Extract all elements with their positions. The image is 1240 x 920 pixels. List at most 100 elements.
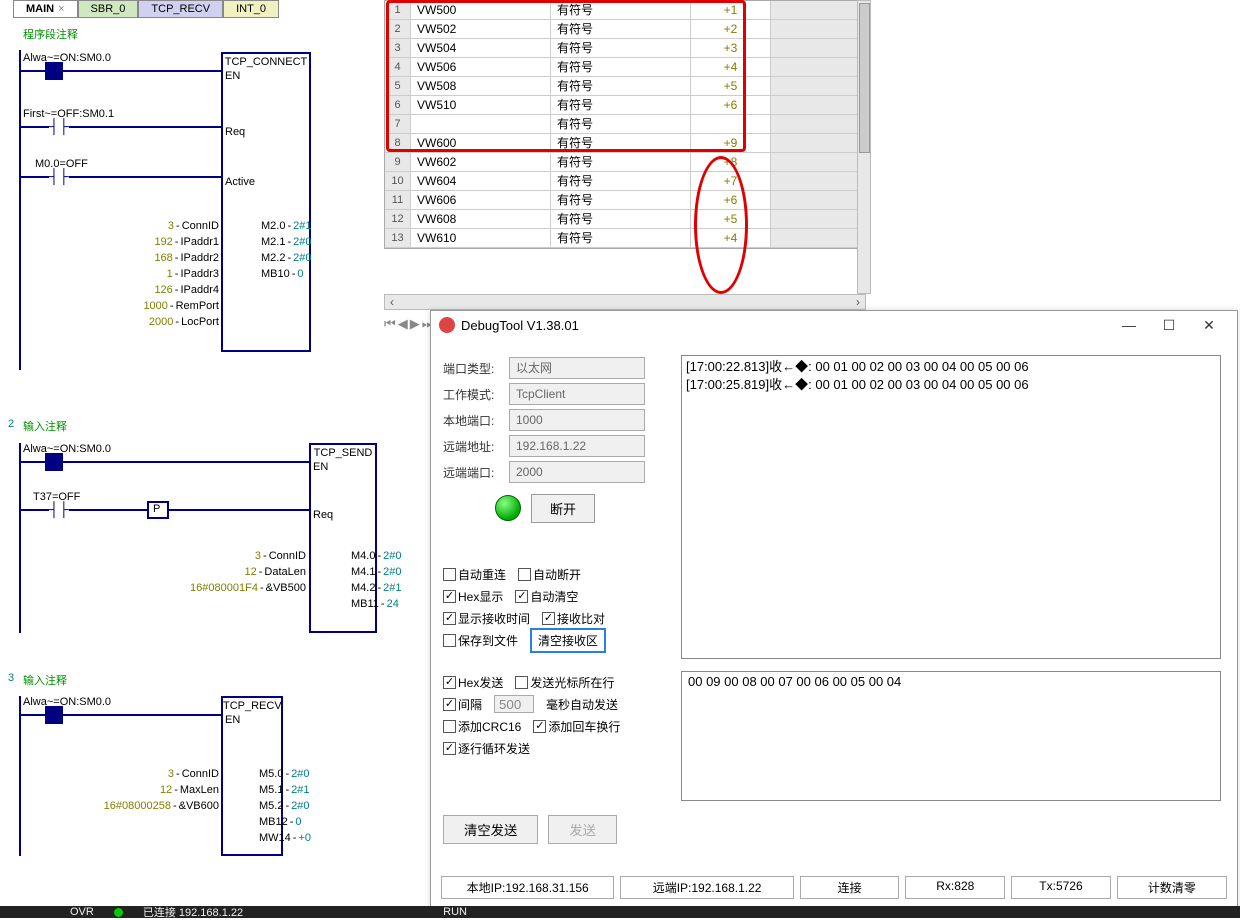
row-number: 2 xyxy=(385,20,411,38)
chk-save-file[interactable]: 保存到文件 xyxy=(443,632,518,649)
row-number: 3 xyxy=(385,39,411,57)
value-cell: +7 xyxy=(691,172,771,190)
table-row[interactable]: 9 VW602 有符号 +8 xyxy=(385,153,868,172)
port-type-select[interactable]: 以太网 xyxy=(509,357,645,379)
type-cell[interactable]: 有符号 xyxy=(551,115,691,133)
remote-port-input[interactable]: 2000 xyxy=(509,461,645,483)
chk-auto-disconnect[interactable]: 自动断开 xyxy=(518,566,581,583)
ovr-indicator: OVR xyxy=(70,906,94,918)
send-textarea[interactable]: 00 09 00 08 00 07 00 06 00 05 00 04 xyxy=(681,671,1221,801)
value-cell: +9 xyxy=(691,134,771,152)
chk-interval[interactable]: 间隔 xyxy=(443,696,482,713)
tcp-connect-block xyxy=(221,52,311,352)
table-row[interactable]: 1 VW500 有符号 +1 xyxy=(385,1,868,20)
type-cell[interactable]: 有符号 xyxy=(551,229,691,247)
addr-cell[interactable]: VW502 xyxy=(411,20,551,38)
addr-cell[interactable]: VW608 xyxy=(411,210,551,228)
addr-cell[interactable]: VW602 xyxy=(411,153,551,171)
addr-cell[interactable]: VW508 xyxy=(411,77,551,95)
table-row[interactable]: 3 VW504 有符号 +3 xyxy=(385,39,868,58)
table-row[interactable]: 13 VW610 有符号 +4 xyxy=(385,229,868,248)
value-cell: +4 xyxy=(691,58,771,76)
table-row[interactable]: 4 VW506 有符号 +4 xyxy=(385,58,868,77)
addr-cell[interactable]: VW510 xyxy=(411,96,551,114)
tab-sbr[interactable]: SBR_0 xyxy=(78,0,139,18)
type-cell[interactable]: 有符号 xyxy=(551,96,691,114)
table-row[interactable]: 12 VW608 有符号 +5 xyxy=(385,210,868,229)
table-row[interactable]: 2 VW502 有符号 +2 xyxy=(385,20,868,39)
table-row[interactable]: 11 VW606 有符号 +6 xyxy=(385,191,868,210)
type-cell[interactable]: 有符号 xyxy=(551,20,691,38)
window-titlebar[interactable]: DebugTool V1.38.01 — ☐ ✕ xyxy=(431,311,1237,339)
table-row[interactable]: 6 VW510 有符号 +6 xyxy=(385,96,868,115)
chk-hex-send[interactable]: Hex发送 xyxy=(443,674,503,691)
recv-options: 自动重连 自动断开 Hex显示 自动清空 显示接收时间 接收比对 保存到文件 清… xyxy=(443,563,606,651)
chk-loop-send[interactable]: 逐行循环发送 xyxy=(443,740,530,757)
close-icon[interactable]: × xyxy=(58,3,64,15)
tab-main[interactable]: MAIN× xyxy=(13,0,78,18)
vscrollbar[interactable] xyxy=(857,0,871,294)
value-cell: +1 xyxy=(691,1,771,19)
close-icon[interactable]: ✕ xyxy=(1189,317,1229,334)
local-port-input[interactable]: 1000 xyxy=(509,409,645,431)
clear-recv-button[interactable]: 清空接收区 xyxy=(530,628,606,653)
value-cell: +4 xyxy=(691,229,771,247)
type-cell[interactable]: 有符号 xyxy=(551,58,691,76)
chk-cursor-line[interactable]: 发送光标所在行 xyxy=(515,674,614,691)
chk-add-crc[interactable]: 添加CRC16 xyxy=(443,718,521,735)
value-cell: +5 xyxy=(691,210,771,228)
row-number: 13 xyxy=(385,229,411,247)
type-cell[interactable]: 有符号 xyxy=(551,172,691,190)
addr-cell[interactable]: VW604 xyxy=(411,172,551,190)
table-row[interactable]: 7 有符号 xyxy=(385,115,868,134)
status-connect: 连接 xyxy=(800,876,900,899)
type-cell[interactable]: 有符号 xyxy=(551,77,691,95)
chk-show-time[interactable]: 显示接收时间 xyxy=(443,610,530,627)
remote-addr-input[interactable]: 192.168.1.22 xyxy=(509,435,645,457)
type-cell[interactable]: 有符号 xyxy=(551,134,691,152)
run-status: RUN xyxy=(443,906,467,918)
fb-params: 3-ConnID 192-IPaddr1 168-IPaddr2 1-IPadd… xyxy=(83,218,219,330)
type-cell[interactable]: 有符号 xyxy=(551,191,691,209)
addr-cell[interactable]: VW600 xyxy=(411,134,551,152)
chk-hex-display[interactable]: Hex显示 xyxy=(443,588,503,605)
addr-cell[interactable]: VW506 xyxy=(411,58,551,76)
app-icon xyxy=(439,317,455,333)
table-row[interactable]: 10 VW604 有符号 +7 xyxy=(385,172,868,191)
hscrollbar[interactable]: ‹› xyxy=(384,294,866,310)
receive-area[interactable]: [17:00:22.813]收←◆: 00 01 00 02 00 03 00 … xyxy=(681,355,1221,659)
chk-auto-reconnect[interactable]: 自动重连 xyxy=(443,566,506,583)
disconnect-button[interactable]: 断开 xyxy=(531,494,595,523)
addr-cell[interactable]: VW500 xyxy=(411,1,551,19)
table-row[interactable]: 5 VW508 有符号 +5 xyxy=(385,77,868,96)
table-row[interactable]: 8 VW600 有符号 +9 xyxy=(385,134,868,153)
send-button[interactable]: 发送 xyxy=(548,815,617,844)
addr-cell[interactable]: VW610 xyxy=(411,229,551,247)
status-led-icon xyxy=(495,495,521,521)
tab-tcp[interactable]: TCP_RECV xyxy=(138,0,223,18)
row-number: 1 xyxy=(385,1,411,19)
addr-cell[interactable]: VW606 xyxy=(411,191,551,209)
maximize-icon[interactable]: ☐ xyxy=(1149,317,1189,334)
addr-cell[interactable] xyxy=(411,115,551,133)
row-number: 5 xyxy=(385,77,411,95)
contact-closed xyxy=(45,62,63,80)
type-cell[interactable]: 有符号 xyxy=(551,39,691,57)
type-cell[interactable]: 有符号 xyxy=(551,153,691,171)
minimize-icon[interactable]: — xyxy=(1109,317,1149,333)
tab-int[interactable]: INT_0 xyxy=(223,0,279,18)
type-cell[interactable]: 有符号 xyxy=(551,1,691,19)
chk-auto-clear[interactable]: 自动清空 xyxy=(515,588,578,605)
type-cell[interactable]: 有符号 xyxy=(551,210,691,228)
status-tx: Tx:5726 xyxy=(1011,876,1111,899)
clear-count-button[interactable]: 计数清零 xyxy=(1117,876,1227,899)
clear-send-button[interactable]: 清空发送 xyxy=(443,815,538,844)
addr-cell[interactable]: VW504 xyxy=(411,39,551,57)
chk-recv-compare[interactable]: 接收比对 xyxy=(542,610,605,627)
first-icon: ⏮ xyxy=(384,316,396,332)
editor-tabs: MAIN× SBR_0 TCP_RECV INT_0 xyxy=(13,0,279,18)
nav-controls[interactable]: ⏮◀▶⏭ xyxy=(384,316,433,332)
chk-add-crlf[interactable]: 添加回车换行 xyxy=(533,718,620,735)
work-mode-select[interactable]: TcpClient xyxy=(509,383,645,405)
interval-input[interactable] xyxy=(494,695,534,713)
